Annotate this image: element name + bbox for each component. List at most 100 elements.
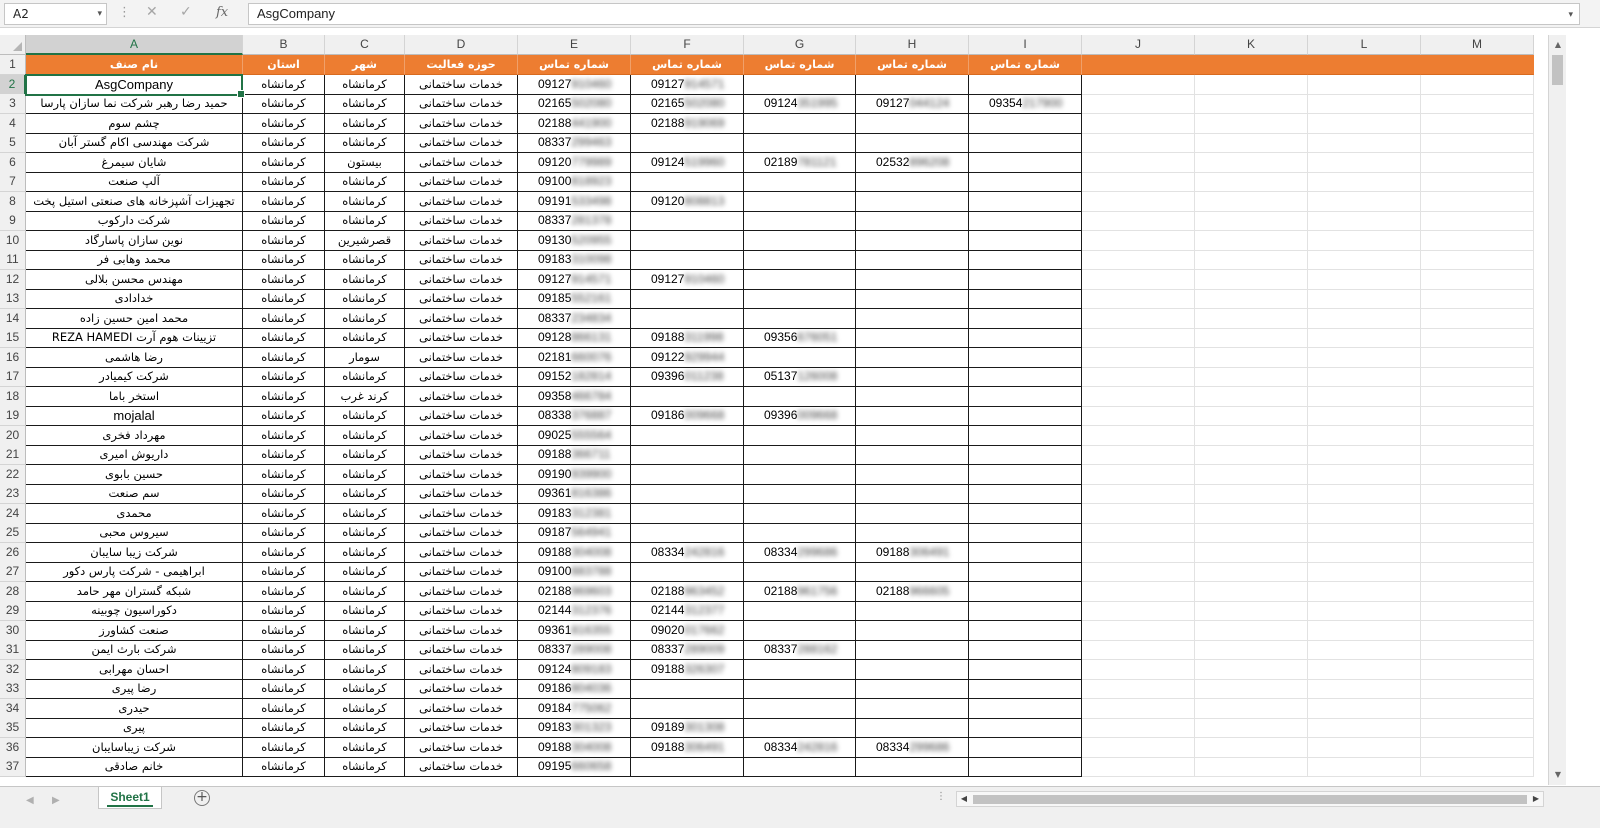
- table-cell[interactable]: [969, 465, 1082, 485]
- table-cell[interactable]: کرمانشاه: [243, 250, 325, 270]
- empty-cell[interactable]: [1421, 387, 1534, 407]
- empty-cell[interactable]: [1195, 660, 1308, 680]
- table-cell[interactable]: 09152182814: [518, 367, 631, 387]
- empty-cell[interactable]: [1421, 250, 1534, 270]
- table-cell[interactable]: 09122929944: [631, 348, 744, 368]
- table-cell[interactable]: 09183310098: [518, 250, 631, 270]
- table-cell[interactable]: کرمانشاه: [243, 484, 325, 504]
- table-cell[interactable]: [856, 211, 969, 231]
- empty-cell[interactable]: [1082, 367, 1195, 387]
- table-cell[interactable]: کرمانشاه: [243, 192, 325, 212]
- empty-cell[interactable]: [1308, 387, 1421, 407]
- row-header[interactable]: 26: [0, 543, 26, 563]
- table-cell[interactable]: کرمانشاه: [243, 640, 325, 660]
- empty-cell[interactable]: [1082, 582, 1195, 602]
- empty-cell[interactable]: [1195, 465, 1308, 485]
- empty-cell[interactable]: [1195, 406, 1308, 426]
- table-cell[interactable]: [969, 543, 1082, 563]
- empty-cell[interactable]: [1082, 738, 1195, 758]
- table-cell[interactable]: 09189301308: [631, 718, 744, 738]
- table-cell[interactable]: 09124351995: [744, 94, 856, 114]
- table-cell[interactable]: [856, 640, 969, 660]
- table-cell[interactable]: کرمانشاه: [243, 367, 325, 387]
- column-header-j[interactable]: J: [1082, 35, 1195, 55]
- row-header[interactable]: 20: [0, 426, 26, 446]
- empty-cell[interactable]: [1195, 543, 1308, 563]
- row-header[interactable]: 5: [0, 133, 26, 153]
- empty-cell[interactable]: [1421, 582, 1534, 602]
- empty-cell[interactable]: [1082, 699, 1195, 719]
- empty-cell[interactable]: [1421, 543, 1534, 563]
- table-cell[interactable]: داریوش امیری: [26, 445, 243, 465]
- table-cell[interactable]: [969, 367, 1082, 387]
- table-cell[interactable]: کرمانشاه: [243, 718, 325, 738]
- table-cell[interactable]: خدمات ساختمانی: [405, 406, 518, 426]
- table-cell[interactable]: 09127914571: [631, 75, 744, 95]
- table-cell[interactable]: [969, 640, 1082, 660]
- row-header[interactable]: 29: [0, 601, 26, 621]
- table-cell[interactable]: کرمانشاه: [243, 699, 325, 719]
- table-cell[interactable]: 08334299686: [856, 738, 969, 758]
- table-cell[interactable]: چشم سوم: [26, 114, 243, 134]
- table-cell[interactable]: [856, 757, 969, 777]
- table-cell[interactable]: خدمات ساختمانی: [405, 75, 518, 95]
- empty-cell[interactable]: [1082, 465, 1195, 485]
- table-cell[interactable]: کرمانشاه: [243, 348, 325, 368]
- table-cell[interactable]: [856, 445, 969, 465]
- table-cell[interactable]: 09124809183: [518, 660, 631, 680]
- table-cell[interactable]: کرمانشاه: [325, 621, 405, 641]
- empty-cell[interactable]: [1195, 387, 1308, 407]
- table-cell[interactable]: کرمانشاه: [243, 172, 325, 192]
- table-cell[interactable]: پیری: [26, 718, 243, 738]
- row-header[interactable]: 28: [0, 582, 26, 602]
- table-cell[interactable]: 09025555564: [518, 426, 631, 446]
- table-cell[interactable]: 09361816355: [518, 621, 631, 641]
- table-cell[interactable]: 02144312377: [631, 601, 744, 621]
- prev-sheet-icon[interactable]: ◀: [26, 795, 34, 806]
- table-cell[interactable]: [631, 757, 744, 777]
- table-cell[interactable]: حمید رضا رهبر شرکت نما سازان پارسا: [26, 94, 243, 114]
- empty-cell[interactable]: [1421, 718, 1534, 738]
- empty-cell[interactable]: [1421, 757, 1534, 777]
- row-header[interactable]: 37: [0, 757, 26, 777]
- empty-cell[interactable]: [1082, 133, 1195, 153]
- table-cell[interactable]: 08337288162: [744, 640, 856, 660]
- table-cell[interactable]: خدمات ساختمانی: [405, 328, 518, 348]
- empty-cell[interactable]: [1308, 192, 1421, 212]
- table-cell[interactable]: [856, 250, 969, 270]
- empty-cell[interactable]: [1082, 94, 1195, 114]
- table-cell[interactable]: کرمانشاه: [243, 465, 325, 485]
- table-cell[interactable]: 08334242816: [744, 738, 856, 758]
- table-cell[interactable]: خدمات ساختمانی: [405, 738, 518, 758]
- column-header-d[interactable]: D: [405, 35, 518, 55]
- row-header[interactable]: 13: [0, 289, 26, 309]
- table-cell[interactable]: [969, 660, 1082, 680]
- row-header[interactable]: 16: [0, 348, 26, 368]
- empty-cell[interactable]: [1421, 738, 1534, 758]
- empty-cell[interactable]: [1082, 348, 1195, 368]
- column-header-l[interactable]: L: [1308, 35, 1421, 55]
- table-cell[interactable]: خدمات ساختمانی: [405, 445, 518, 465]
- row-header[interactable]: 22: [0, 465, 26, 485]
- table-cell[interactable]: آلپ صنعت: [26, 172, 243, 192]
- empty-cell[interactable]: [1082, 504, 1195, 524]
- table-cell[interactable]: [969, 621, 1082, 641]
- empty-cell[interactable]: [1082, 75, 1195, 95]
- empty-cell[interactable]: [1421, 172, 1534, 192]
- empty-cell[interactable]: [1082, 114, 1195, 134]
- table-cell[interactable]: کرند غرب: [325, 387, 405, 407]
- table-cell[interactable]: خدمات ساختمانی: [405, 543, 518, 563]
- table-cell[interactable]: [969, 114, 1082, 134]
- empty-cell[interactable]: [1308, 114, 1421, 134]
- empty-cell[interactable]: [1308, 211, 1421, 231]
- empty-cell[interactable]: [1308, 504, 1421, 524]
- empty-cell[interactable]: [1082, 601, 1195, 621]
- table-cell[interactable]: 09020017662: [631, 621, 744, 641]
- tab-split-handle-icon[interactable]: ⋮: [936, 791, 947, 802]
- row-header[interactable]: 35: [0, 718, 26, 738]
- table-cell[interactable]: حسین بابوی: [26, 465, 243, 485]
- scroll-left-icon[interactable]: ◀: [957, 792, 971, 806]
- table-cell[interactable]: [856, 504, 969, 524]
- table-cell[interactable]: حیدری: [26, 699, 243, 719]
- empty-cell[interactable]: [1195, 621, 1308, 641]
